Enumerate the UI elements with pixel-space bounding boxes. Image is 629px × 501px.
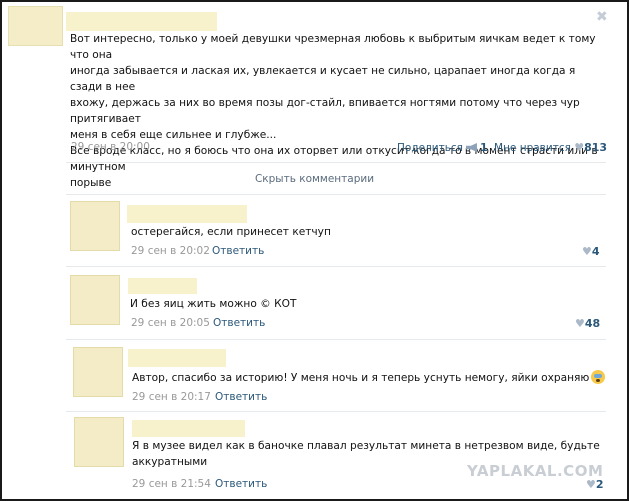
post-line: Вот интересно, только у моей девушки чре… (70, 33, 596, 61)
post-author-avatar[interactable] (8, 6, 63, 46)
comment-avatar[interactable] (74, 417, 124, 467)
reply-link[interactable]: Ответить (213, 317, 265, 329)
post-author-name[interactable] (66, 12, 217, 31)
reply-link[interactable]: Ответить (215, 391, 267, 403)
comment-date[interactable]: 29 сен в 20:05 (131, 317, 210, 329)
post-line: иногда забывается и лаская их, увлекаетс… (70, 65, 576, 93)
comment-like-count: 4 (591, 245, 600, 258)
comment-like-count: 2 (595, 478, 604, 491)
comment-avatar[interactable] (70, 275, 120, 325)
comment-date[interactable]: 29 сен в 21:54 (132, 478, 211, 490)
divider (66, 339, 606, 340)
reply-link[interactable]: Ответить (215, 478, 267, 490)
comment-avatar[interactable] (70, 201, 120, 251)
comment-text: остерегайся, если принесет кетчуп (131, 226, 331, 238)
heart-icon: ♥ (582, 245, 592, 258)
reply-link[interactable]: Ответить (212, 245, 264, 257)
comment-text: И без яиц жить можно © КОТ (130, 298, 297, 310)
fearful-face-emoji-icon (591, 370, 606, 384)
close-icon[interactable]: ✖ (596, 9, 608, 25)
comment-author-name[interactable] (132, 420, 245, 437)
comment-author-name[interactable] (127, 205, 247, 223)
heart-icon: ♥ (586, 478, 596, 491)
comment-line: Я в музее видел как в баночке плавал рез… (132, 440, 600, 452)
post-line: вхожу, держась за них во время позы дог-… (70, 97, 580, 125)
comment-text: Автор, спасибо за историю! У меня ночь и… (132, 370, 606, 386)
like-count: 813 (584, 141, 608, 154)
comment-date[interactable]: 29 сен в 20:17 (132, 391, 211, 403)
share-button[interactable]: Поделиться 1 (397, 141, 488, 154)
like-button[interactable]: Мне нравится ♥813 (494, 141, 607, 154)
comment-author-name[interactable] (128, 349, 226, 367)
heart-icon: ♥ (574, 141, 585, 154)
comment-like-count: 48 (584, 317, 601, 330)
comment-like-button[interactable]: ♥48 (575, 317, 600, 330)
divider (66, 266, 606, 267)
comment-avatar[interactable] (73, 347, 123, 397)
divider (66, 411, 606, 412)
comment-like-button[interactable]: ♥4 (582, 245, 600, 258)
share-count: 1 (479, 141, 488, 154)
divider (66, 162, 606, 163)
hide-comments-link[interactable]: Скрыть комментарии (0, 173, 629, 185)
comment-text-content: Автор, спасибо за историю! У меня ночь и… (132, 372, 590, 384)
comment-date[interactable]: 29 сен в 20:02 (131, 245, 210, 257)
divider (66, 194, 606, 195)
watermark: YAPLAKAL.COM (467, 462, 604, 480)
comment-author-name[interactable] (128, 278, 197, 294)
share-label: Поделиться (397, 142, 463, 154)
heart-icon: ♥ (575, 317, 585, 330)
post-text: Вот интересно, только у моей девушки чре… (70, 31, 605, 191)
comment-like-button[interactable]: ♥2 (586, 478, 604, 491)
like-label: Мне нравится (494, 142, 571, 154)
post-date[interactable]: 29 сен в 20:00 (71, 141, 150, 153)
megaphone-icon (465, 143, 477, 152)
